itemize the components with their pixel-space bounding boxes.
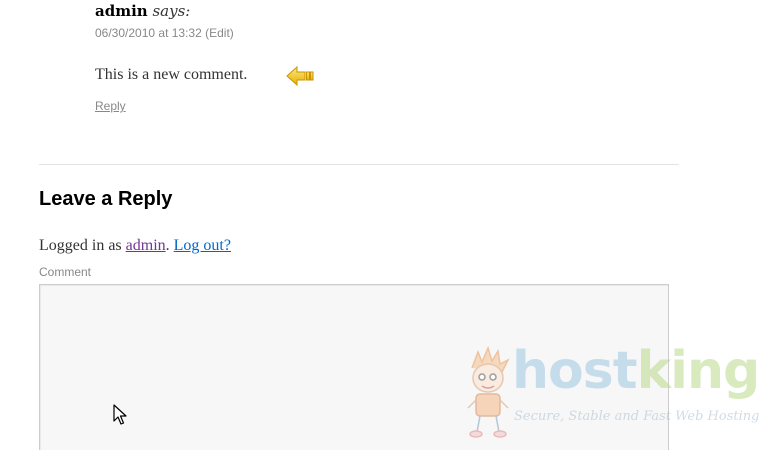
comment-meta: 06/30/2010 at 13:32 (Edit) xyxy=(95,25,234,41)
reply-link[interactable]: Reply xyxy=(95,98,126,114)
comment-textarea[interactable] xyxy=(39,284,669,450)
user-profile-link[interactable]: admin xyxy=(126,237,166,254)
divider xyxy=(39,164,679,165)
comment-says: says: xyxy=(152,2,191,20)
edit-link[interactable]: Edit xyxy=(209,26,230,40)
reply-title: Leave a Reply xyxy=(39,188,173,210)
edit-paren: (Edit) xyxy=(205,26,234,40)
logged-in-text: Logged in as admin. Log out? xyxy=(39,236,231,256)
page: admin says: 06/30/2010 at 13:32 (Edit) T… xyxy=(0,0,776,450)
comment-label: Comment xyxy=(39,265,92,279)
comment-author-name: admin xyxy=(95,2,148,20)
comment-date[interactable]: 06/30/2010 at 13:32 xyxy=(95,26,202,40)
comment-author: admin says: xyxy=(95,0,190,22)
logout-link[interactable]: Log out? xyxy=(174,237,231,254)
comment-body: This is a new comment. xyxy=(95,66,248,83)
logged-in-separator: . xyxy=(165,237,174,254)
arrow-left-icon xyxy=(286,66,314,86)
mouse-cursor-icon xyxy=(113,404,127,425)
logged-in-prefix: Logged in as xyxy=(39,237,126,254)
